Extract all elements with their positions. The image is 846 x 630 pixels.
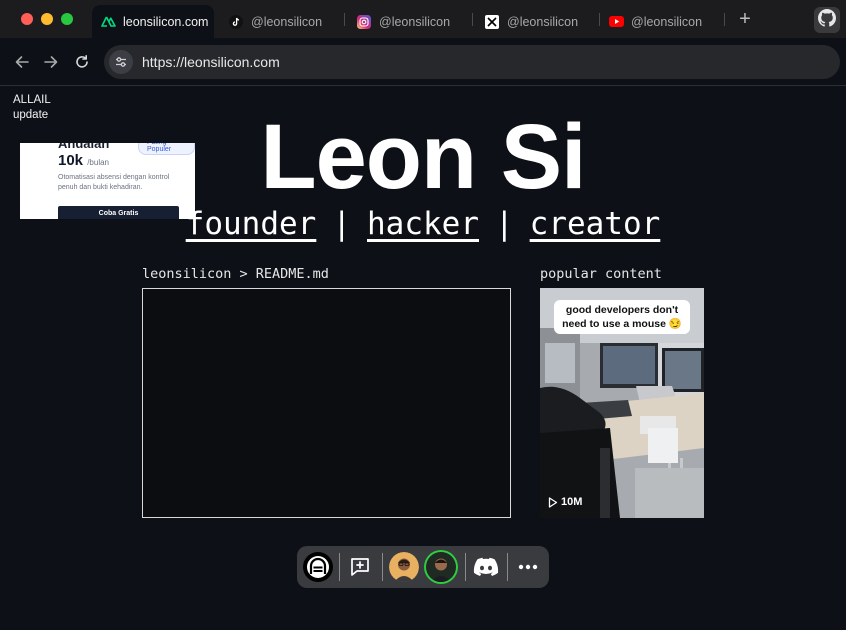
browser-tab-bar: leonsilicon.com @leonsilicon @leonsilico… [0,0,846,38]
popular-video-thumbnail[interactable]: good developers don't need to use a mous… [540,288,704,518]
close-window-button[interactable] [21,13,33,25]
tab-title: @leonsilicon [507,14,579,29]
video-view-count: 10M [548,496,582,508]
minimize-window-button[interactable] [41,13,53,25]
browser-toolbar: https://leonsilicon.com [0,38,846,86]
view-count-text: 10M [561,496,583,508]
role-link-founder[interactable]: founder [186,206,317,242]
github-icon [818,8,836,32]
readme-panel[interactable] [142,288,511,518]
more-horizontal-icon [518,564,538,570]
reload-icon [76,55,88,68]
tab-youtube[interactable]: @leonsilicon [600,5,718,38]
address-bar[interactable]: https://leonsilicon.com [104,45,840,79]
social-dock [297,546,549,588]
arrow-left-icon [15,56,29,68]
user-avatar-icon [389,552,419,582]
ad-label-line: ALLAIL [13,94,51,106]
arrow-right-icon [44,56,58,68]
dock-separator [382,553,383,581]
add-comment-button[interactable] [345,552,375,582]
maximize-window-button[interactable] [61,13,73,25]
video-caption: good developers don't need to use a mous… [554,300,690,334]
tune-icon [116,57,126,67]
forward-button[interactable] [41,52,61,72]
role-tagline: founder | hacker | creator [0,203,846,245]
x-icon [484,14,500,30]
readme-label: leonsilicon > README.md [142,266,329,282]
tab-title: leonsilicon.com [123,14,209,29]
instagram-icon [356,14,372,30]
tab-separator [472,13,473,26]
tab-x[interactable]: @leonsilicon [476,5,594,38]
github-extension-button[interactable] [814,7,840,33]
nuxt-icon [100,14,116,30]
dock-separator [507,553,508,581]
tab-separator [344,13,345,26]
role-link-hacker[interactable]: hacker [367,206,479,242]
site-info-button[interactable] [109,50,133,74]
tiktok-icon [228,14,244,30]
back-button[interactable] [12,52,32,72]
tab-instagram[interactable]: @leonsilicon [348,5,466,38]
play-icon [548,496,558,508]
tab-title: @leonsilicon [251,14,323,29]
tab-title: @leonsilicon [631,14,703,29]
role-separator: | [494,206,514,242]
tab-tiktok[interactable]: @leonsilicon [220,5,338,38]
role-link-creator[interactable]: creator [530,206,661,242]
hero-name: Leon Si [260,106,586,208]
role-separator: | [332,206,351,242]
more-options-button[interactable] [513,552,543,582]
tab-title: @leonsilicon [379,14,451,29]
avatar[interactable] [389,552,419,582]
message-plus-icon [351,558,369,576]
brand-logo-button[interactable] [303,552,333,582]
url-text[interactable]: https://leonsilicon.com [142,54,280,70]
user-avatar-icon [426,552,456,582]
avatar[interactable] [426,552,456,582]
discord-icon [473,557,499,576]
dock-separator [465,553,466,581]
youtube-icon [608,14,624,30]
new-tab-button[interactable]: + [735,9,755,29]
tab-separator [724,13,725,26]
dock-separator [339,553,340,581]
tab-leonsilicon-site[interactable]: leonsilicon.com [92,5,214,38]
reload-button[interactable] [72,52,92,72]
popular-content-label: popular content [540,266,662,282]
brand-logo-icon [303,552,333,582]
discord-button[interactable] [471,552,501,582]
